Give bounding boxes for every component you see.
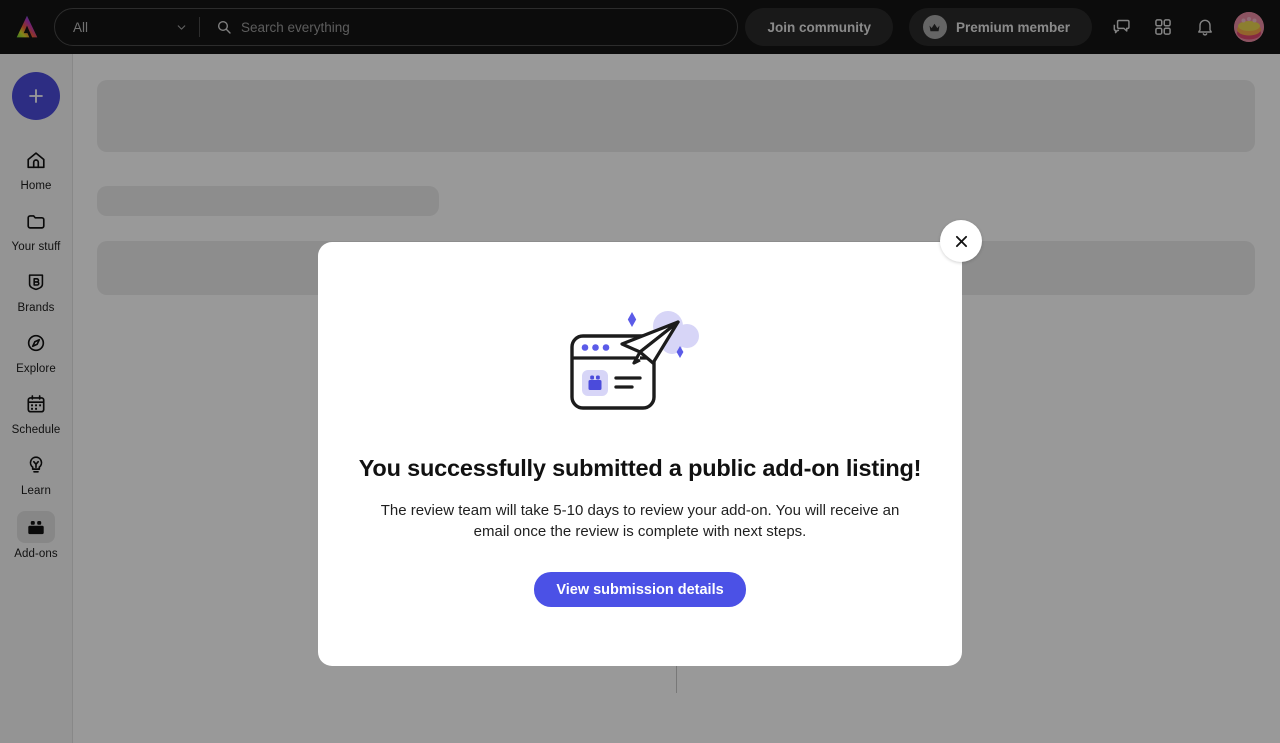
dialog-title: You successfully submitted a public add-…	[358, 455, 922, 481]
view-submission-details-button[interactable]: View submission details	[534, 572, 746, 607]
app-root: All Search everything Join community Pre…	[0, 0, 1280, 743]
paper-plane-submission-illustration	[570, 311, 699, 410]
close-icon	[955, 235, 967, 247]
close-button[interactable]	[940, 220, 982, 262]
dialog-body: The review team will take 5-10 days to r…	[380, 502, 900, 540]
submission-success-dialog: You successfully submitted a public add-…	[318, 242, 962, 666]
